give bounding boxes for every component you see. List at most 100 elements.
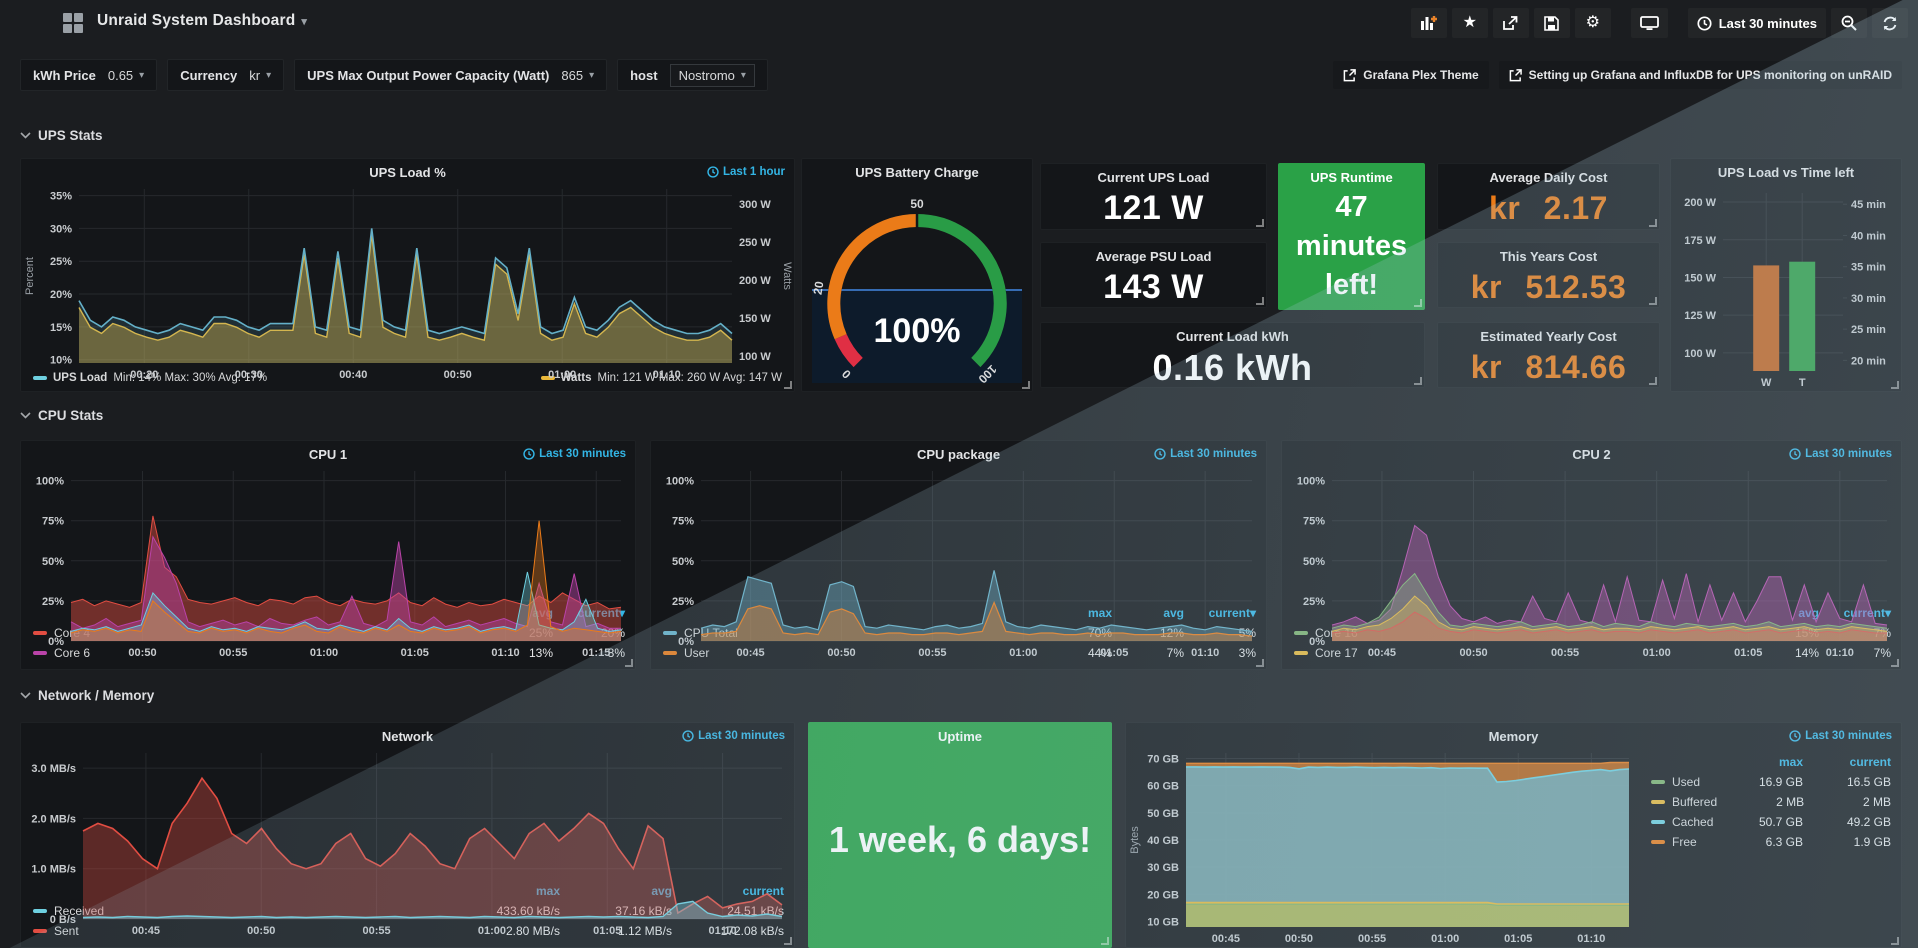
settings-button[interactable]: ⚙ (1575, 8, 1611, 38)
zoom-out-button[interactable] (1831, 8, 1867, 38)
gear-icon: ⚙ (1586, 15, 1600, 31)
chevron-down-icon (20, 692, 31, 699)
chart-area[interactable]: 100%75%50%25%0%00:4500:5000:5501:0001:05… (1282, 465, 1901, 604)
legend-series-toggle[interactable]: Buffered (1651, 795, 1717, 809)
svg-text:200 W: 200 W (739, 275, 771, 287)
panel-ups-runtime: UPS Runtime 47 minutes left! (1278, 163, 1425, 310)
chart-area[interactable]: 200 W175 W150 W125 W100 W45 min40 min35 … (1671, 183, 1901, 391)
svg-text:00:50: 00:50 (1459, 647, 1487, 659)
svg-text:01:05: 01:05 (593, 925, 621, 937)
panel-average-daily-cost: Average Daily Cost kr 2.17 (1437, 163, 1660, 230)
section-cpu-stats[interactable]: CPU Stats (20, 408, 103, 423)
panel-title[interactable]: UPS Battery Charge (802, 159, 1032, 183)
legend-series-toggle[interactable]: Free (1651, 835, 1715, 849)
section-network-memory[interactable]: Network / Memory (20, 688, 154, 703)
panel-title[interactable]: This Years Cost (1438, 243, 1659, 267)
panel-ups-battery-charge: UPS Battery Charge 02050100100% (801, 158, 1033, 392)
time-range-picker[interactable]: Last 30 minutes (1688, 8, 1826, 38)
panel-time-range[interactable]: Last 30 minutes (1789, 448, 1892, 460)
panel-title[interactable]: Average PSU Load (1041, 243, 1266, 267)
gauge-area[interactable]: 02050100100% (802, 183, 1032, 391)
panel-time-range[interactable]: Last 30 minutes (682, 730, 785, 742)
svg-text:25%: 25% (672, 596, 694, 608)
stat-value: 143 W (1041, 267, 1266, 307)
panel-title[interactable]: Average Daily Cost (1438, 164, 1659, 188)
panel-cpu-package: CPU package Last 30 minutes 100%75%50%25… (650, 440, 1267, 670)
save-button[interactable] (1534, 8, 1570, 38)
legend-series-toggle[interactable]: Used (1651, 775, 1715, 789)
panel-time-range[interactable]: Last 30 minutes (1789, 730, 1892, 742)
chevron-down-icon: ▾ (301, 16, 307, 28)
legend-sort-max[interactable]: max (1715, 755, 1803, 769)
series-color-dash (1651, 820, 1665, 824)
add-panel-button[interactable] (1411, 8, 1447, 38)
chart-area[interactable]: 3.0 MB/s2.0 MB/s1.0 MB/s0 B/s00:4500:500… (21, 747, 794, 882)
svg-text:30%: 30% (50, 223, 72, 235)
dashboard-link[interactable]: Setting up Grafana and InfluxDB for UPS … (1499, 61, 1902, 89)
svg-text:25%: 25% (1303, 596, 1325, 608)
svg-text:01:10: 01:10 (1826, 647, 1854, 659)
dashboard-link[interactable]: Grafana Plex Theme (1333, 61, 1488, 89)
svg-text:0%: 0% (678, 636, 694, 648)
share-button[interactable] (1493, 8, 1529, 38)
clock-icon (1789, 448, 1801, 460)
svg-text:150 W: 150 W (1684, 272, 1716, 284)
clock-icon (1697, 16, 1712, 31)
panel-title[interactable]: UPS Load % (21, 159, 794, 183)
legend-sort-current[interactable]: current (1803, 755, 1891, 769)
panel-title[interactable]: Current UPS Load (1041, 164, 1266, 188)
panel-title[interactable]: UPS Runtime (1279, 164, 1424, 188)
panel-title[interactable]: Current Load kWh (1041, 323, 1424, 347)
external-link-icon (1509, 69, 1522, 82)
svg-text:01:10: 01:10 (709, 925, 737, 937)
panel-title[interactable]: Network (21, 723, 794, 747)
panel-title[interactable]: UPS Load vs Time left (1671, 159, 1901, 183)
svg-text:20 GB: 20 GB (1147, 889, 1179, 901)
chart-area[interactable]: 35%30%25%20%15%10%300 W250 W200 W150 W10… (21, 183, 794, 371)
dashboard-grid-icon[interactable] (63, 13, 84, 33)
panel-title[interactable]: Estimated Yearly Cost (1438, 323, 1659, 347)
variable-value-dropdown[interactable]: Nostromo▾ (670, 64, 755, 87)
svg-text:Percent: Percent (24, 257, 36, 295)
panel-time-range[interactable]: Last 1 hour (707, 166, 785, 178)
stat-value: kr 2.17 (1438, 188, 1659, 229)
svg-text:01:00: 01:00 (548, 369, 576, 381)
svg-text:50 GB: 50 GB (1147, 808, 1179, 820)
svg-text:150 W: 150 W (739, 313, 771, 325)
panel-time-range[interactable]: Last 30 minutes (523, 448, 626, 460)
svg-text:0: 0 (839, 367, 854, 382)
dashboard-title[interactable]: Unraid System Dashboard▾ (97, 12, 307, 30)
variable-value-dropdown[interactable]: 0.65▾ (108, 68, 144, 83)
refresh-button[interactable] (1872, 8, 1908, 38)
chart-area[interactable]: 100%75%50%25%0%00:5000:5501:0001:0501:10… (21, 465, 635, 604)
legend-series-toggle[interactable]: Cached (1651, 815, 1715, 829)
svg-text:01:05: 01:05 (1504, 933, 1532, 945)
variable-value-dropdown[interactable]: 865▾ (561, 68, 594, 83)
chevron-down-icon: ▾ (741, 70, 746, 81)
svg-text:50%: 50% (42, 556, 64, 568)
panel-title[interactable]: Uptime (809, 723, 1111, 747)
panel-memory: Memory Last 30 minutes 70 GB60 GB50 GB40… (1125, 722, 1902, 948)
panel-time-range[interactable]: Last 30 minutes (1154, 448, 1257, 460)
svg-text:01:10: 01:10 (1577, 933, 1605, 945)
svg-text:01:05: 01:05 (1734, 647, 1762, 659)
star-button[interactable]: ★ (1452, 8, 1488, 38)
chart-area[interactable]: 100%75%50%25%0%00:4500:5000:5501:0001:05… (651, 465, 1266, 604)
cycle-view-button[interactable] (1631, 8, 1668, 38)
svg-text:00:55: 00:55 (219, 647, 247, 659)
svg-text:60 GB: 60 GB (1147, 781, 1179, 793)
series-color-dash (1651, 840, 1665, 844)
panel-title[interactable]: Memory (1126, 723, 1901, 747)
svg-text:100%: 100% (874, 312, 961, 350)
section-ups-stats[interactable]: UPS Stats (20, 128, 103, 143)
panel-current-ups-load: Current UPS Load 121 W (1040, 163, 1267, 230)
svg-text:30 min: 30 min (1851, 293, 1886, 305)
variable-currency: Currencykr▾ (167, 59, 284, 91)
chart-area[interactable]: 70 GB60 GB50 GB40 GB30 GB20 GB10 GB00:45… (1126, 747, 1639, 947)
panel-estimated-yearly-cost: Estimated Yearly Cost kr 814.66 (1437, 322, 1660, 388)
chart-legend: maxcurrentUsed16.9 GB16.5 GBBuffered2 MB… (1639, 747, 1901, 947)
svg-text:40 min: 40 min (1851, 230, 1886, 242)
variable-value-dropdown[interactable]: kr▾ (249, 68, 271, 83)
svg-text:45 min: 45 min (1851, 199, 1886, 211)
stat-value: 1 week, 6 days! (809, 747, 1111, 947)
